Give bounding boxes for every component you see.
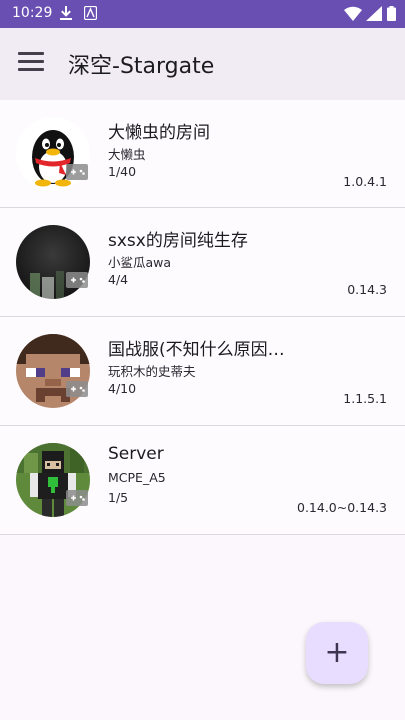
server-player-count: 4/4 [108, 272, 129, 287]
plus-icon: + [324, 635, 350, 670]
server-list-item[interactable]: Server MCPE_A5 1/5 0.14.0~0.14.3 [0, 426, 405, 535]
server-owner: 小鲨瓜awa [108, 255, 172, 270]
server-name: 国战服(不知什么原因… [108, 340, 285, 360]
menu-icon[interactable] [18, 52, 44, 76]
server-name: sxsx的房间纯生存 [108, 231, 248, 251]
gamepad-icon [66, 490, 88, 506]
battery-icon [387, 6, 396, 21]
server-name: Server [108, 444, 164, 464]
server-owner: 大懒虫 [108, 147, 146, 162]
signal-icon [366, 6, 382, 21]
gamepad-icon [66, 272, 88, 288]
server-version: 1.1.5.1 [343, 391, 387, 406]
app-bar: 深空-Stargate [0, 28, 405, 100]
server-list-item[interactable]: sxsx的房间纯生存 小鲨瓜awa 4/4 0.14.3 [0, 208, 405, 317]
server-version: 0.14.0~0.14.3 [297, 500, 387, 515]
status-bar: 10:29 [0, 0, 405, 28]
add-server-button[interactable]: + [306, 622, 368, 684]
server-player-count: 1/5 [108, 490, 129, 505]
gamepad-icon [66, 164, 88, 180]
app-notification-icon [84, 6, 97, 20]
wifi-icon [344, 6, 362, 21]
download-icon [60, 6, 72, 20]
server-player-count: 4/10 [108, 381, 137, 396]
server-version: 1.0.4.1 [343, 174, 387, 189]
server-player-count: 1/40 [108, 164, 137, 179]
server-list-item[interactable]: 大懒虫的房间 大懒虫 1/40 1.0.4.1 [0, 100, 405, 208]
server-name: 大懒虫的房间 [108, 123, 210, 143]
server-list: 大懒虫的房间 大懒虫 1/40 1.0.4.1 sxsx的房间纯生存 小鲨瓜aw… [0, 100, 405, 535]
server-owner: 玩积木的史蒂夫 [108, 364, 196, 379]
server-version: 0.14.3 [347, 282, 387, 297]
gamepad-icon [66, 381, 88, 397]
server-owner: MCPE_A5 [108, 470, 166, 485]
status-time: 10:29 [12, 5, 53, 21]
server-list-item[interactable]: 国战服(不知什么原因… 玩积木的史蒂夫 4/10 1.1.5.1 [0, 317, 405, 426]
app-title: 深空-Stargate [68, 54, 215, 79]
